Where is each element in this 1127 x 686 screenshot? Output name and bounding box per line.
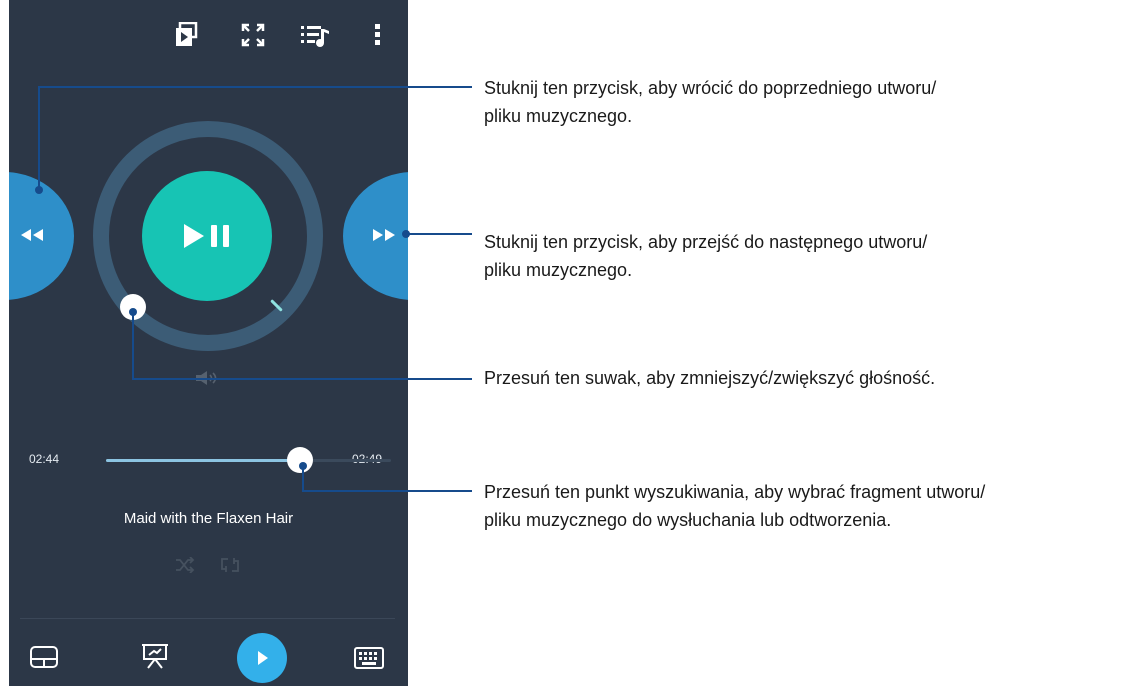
fullscreen-icon[interactable] bbox=[238, 20, 268, 50]
callout-dot-seek bbox=[299, 462, 307, 470]
callout-next-text: Stuknij ten przycisk, aby przejść do nas… bbox=[484, 232, 928, 280]
callout-line-previous-vertical bbox=[38, 86, 40, 190]
callout-dot-volume bbox=[129, 308, 137, 316]
current-time: 02:44 bbox=[29, 452, 60, 466]
next-track-button[interactable] bbox=[343, 172, 408, 300]
callout-line-previous-horizontal bbox=[38, 86, 472, 88]
callout-seek-text: Przesuń ten punkt wyszukiwania, aby wybr… bbox=[484, 482, 986, 530]
remote-play-button[interactable] bbox=[237, 633, 287, 683]
callout-line-volume-vertical bbox=[132, 311, 134, 380]
playlist-icon[interactable] bbox=[300, 20, 330, 50]
presentation-icon[interactable] bbox=[140, 642, 170, 670]
play-pause-button[interactable] bbox=[142, 171, 272, 301]
rewind-icon bbox=[21, 229, 43, 241]
fast-forward-icon bbox=[373, 229, 395, 241]
play-pause-icon bbox=[184, 224, 229, 248]
callout-line-next bbox=[407, 233, 472, 235]
callout-dot-previous bbox=[35, 186, 43, 194]
keyboard-icon[interactable] bbox=[354, 647, 384, 669]
callout-dot-next bbox=[402, 230, 410, 238]
seek-bar-progress bbox=[106, 459, 300, 462]
track-title: Maid with the Flaxen Hair bbox=[123, 510, 294, 527]
play-icon bbox=[258, 651, 268, 665]
bottom-divider bbox=[20, 618, 395, 619]
music-remote-panel: 02:44 02:49 Maid with the Flaxen Hair bbox=[9, 0, 408, 686]
cast-icon[interactable] bbox=[171, 20, 201, 50]
callout-previous-text: Stuknij ten przycisk, aby wrócić do popr… bbox=[484, 78, 937, 126]
callout-line-volume-horizontal bbox=[132, 378, 472, 380]
callout-line-seek-horizontal bbox=[302, 490, 472, 492]
repeat-icon[interactable] bbox=[219, 556, 241, 574]
touchpad-icon[interactable] bbox=[29, 645, 59, 669]
callout-volume-text: Przesuń ten suwak, aby zmniejszyć/zwięks… bbox=[484, 368, 936, 388]
shuffle-icon[interactable] bbox=[175, 557, 197, 573]
more-icon[interactable] bbox=[363, 20, 393, 50]
